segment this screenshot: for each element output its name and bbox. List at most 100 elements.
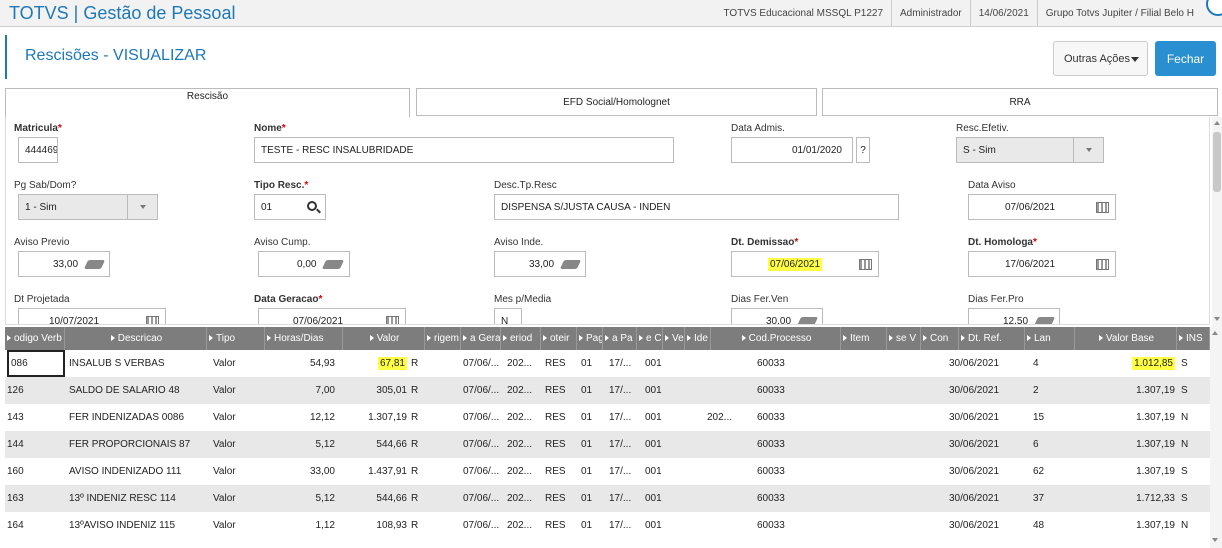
matricula-input[interactable]: 444469 (18, 137, 58, 163)
table-cell[interactable]: 30/06/2021 (949, 377, 1019, 404)
calculator-icon[interactable] (322, 259, 345, 269)
table-cell[interactable]: 01 (581, 377, 603, 404)
table-cell[interactable]: 7,00 (265, 377, 335, 404)
column-header[interactable]: a Gerac (461, 327, 501, 350)
table-cell[interactable]: 160 (7, 458, 65, 485)
aviso-cump-input[interactable]: 0,00 (258, 251, 350, 277)
scroll-thumb[interactable] (1213, 132, 1221, 192)
dt-homologa-input[interactable]: 17/06/2021 (968, 251, 1116, 277)
dias-fer-ven-input[interactable]: 30,00 (731, 308, 823, 324)
table-cell[interactable]: 30/06/2021 (949, 458, 1019, 485)
column-header[interactable]: Descricao (65, 327, 207, 350)
table-cell[interactable]: 202... (507, 377, 543, 404)
table-cell[interactable]: RES (545, 431, 577, 458)
table-cell[interactable]: R (411, 512, 425, 539)
table-cell[interactable]: 17/... (609, 458, 639, 485)
pg-sab-select[interactable]: 1 - Sim (18, 194, 158, 220)
table-cell[interactable]: R (411, 431, 425, 458)
tab-efd-social[interactable]: EFD Social/Homolognet (416, 88, 817, 116)
column-header[interactable]: INS (1177, 327, 1210, 350)
nome-input[interactable]: TESTE - RESC INSALUBRIDADE (254, 137, 674, 163)
table-cell[interactable]: 163 (7, 485, 65, 512)
table-row[interactable]: 164 13ºAVISO INDENIZ 115 Valor 1,12 108,93 R 0… (5, 512, 1210, 539)
table-cell[interactable]: 2 (1033, 377, 1063, 404)
table-cell[interactable]: 202... (507, 404, 543, 431)
table-cell[interactable]: INSALUB S VERBAS (69, 350, 209, 377)
column-header[interactable]: e Cu (637, 327, 663, 350)
table-cell[interactable]: 126 (7, 377, 65, 404)
scroll-down-icon[interactable] (1214, 317, 1220, 321)
table-cell[interactable]: 13ºAVISO INDENIZ 115 (69, 512, 209, 539)
table-cell[interactable]: 108,93 (341, 512, 407, 539)
table-row[interactable]: 086 INSALUB S VERBAS Valor 54,93 67,81 R 07/06… (5, 350, 1210, 377)
table-cell[interactable]: 202... (507, 350, 543, 377)
table-cell[interactable]: 1.712,33 (1095, 485, 1175, 512)
column-header[interactable]: odigo Verb (5, 327, 65, 350)
calculator-icon[interactable] (83, 259, 106, 269)
table-cell[interactable]: 60033 (757, 512, 817, 539)
table-cell[interactable]: 67,81 (341, 350, 407, 377)
table-cell[interactable]: 4 (1033, 350, 1063, 377)
table-cell[interactable]: 143 (7, 404, 65, 431)
table-cell[interactable]: S (1181, 485, 1201, 512)
table-cell[interactable]: 30/06/2021 (949, 404, 1019, 431)
table-cell[interactable]: 30/06/2021 (949, 512, 1019, 539)
dt-projetada-input[interactable]: 10/07/2021 (18, 308, 166, 324)
table-cell[interactable]: 17/... (609, 431, 639, 458)
column-header[interactable]: se V (887, 327, 921, 350)
table-cell[interactable]: FER INDENIZADAS 0086 (69, 404, 209, 431)
table-cell[interactable]: 60033 (757, 350, 817, 377)
calendar-icon[interactable] (859, 259, 872, 270)
grid-scrollbar[interactable] (1210, 327, 1222, 548)
column-header[interactable]: rigem (425, 327, 461, 350)
table-cell[interactable]: 1.307,19 (1095, 404, 1175, 431)
mes-media-input[interactable]: N (494, 308, 522, 324)
table-cell[interactable]: RES (545, 404, 577, 431)
table-cell[interactable] (707, 377, 741, 404)
column-header[interactable]: Ve (663, 327, 685, 350)
table-cell[interactable]: 01 (581, 431, 603, 458)
table-cell[interactable]: 1,12 (265, 512, 335, 539)
table-cell[interactable]: 37 (1033, 485, 1063, 512)
user-name[interactable]: Administrador (891, 0, 970, 27)
column-header[interactable]: a Pa (603, 327, 637, 350)
column-header[interactable]: Valor (343, 327, 425, 350)
tipo-resc-input[interactable]: 01 (254, 194, 326, 220)
column-header[interactable]: oteir (541, 327, 577, 350)
table-cell[interactable]: 07/06/... (463, 512, 503, 539)
table-cell[interactable]: SALDO DE SALARIO 48 (69, 377, 209, 404)
table-cell[interactable]: 1.012,85 (1095, 350, 1175, 377)
table-cell[interactable] (707, 485, 741, 512)
table-cell[interactable]: 60033 (757, 458, 817, 485)
table-cell[interactable]: Valor (213, 458, 263, 485)
table-cell[interactable]: 1.437,91 (341, 458, 407, 485)
table-cell[interactable]: N (1181, 512, 1201, 539)
table-cell[interactable]: RES (545, 485, 577, 512)
table-cell[interactable]: Valor (213, 350, 263, 377)
table-cell[interactable]: 1.307,19 (1095, 458, 1175, 485)
table-cell[interactable]: 5,12 (265, 431, 335, 458)
table-cell[interactable]: 17/... (609, 485, 639, 512)
calendar-icon[interactable] (386, 316, 399, 324)
calendar-icon[interactable] (1096, 202, 1109, 213)
table-cell[interactable] (707, 458, 741, 485)
table-cell[interactable]: RES (545, 458, 577, 485)
column-header[interactable]: Pag (577, 327, 603, 350)
column-header[interactable]: Ide (685, 327, 711, 350)
table-cell[interactable]: 01 (581, 350, 603, 377)
search-icon[interactable] (307, 201, 317, 211)
calculator-icon[interactable] (796, 316, 819, 324)
table-cell[interactable]: 17/... (609, 377, 639, 404)
table-cell[interactable]: 30/06/2021 (949, 350, 1019, 377)
table-cell[interactable]: FER PROPORCIONAIS 87 (69, 431, 209, 458)
column-header[interactable]: Cod.Processo (711, 327, 841, 350)
table-cell[interactable]: 60033 (757, 431, 817, 458)
calendar-icon[interactable] (146, 316, 159, 324)
column-header[interactable]: Horas/Dias (265, 327, 343, 350)
table-cell[interactable]: 01 (581, 512, 603, 539)
table-cell[interactable]: Valor (213, 512, 263, 539)
table-cell[interactable]: 07/06/... (463, 431, 503, 458)
table-cell[interactable]: 1.307,19 (341, 404, 407, 431)
scroll-down-icon[interactable] (1212, 538, 1218, 542)
table-cell[interactable]: 001 (645, 377, 675, 404)
